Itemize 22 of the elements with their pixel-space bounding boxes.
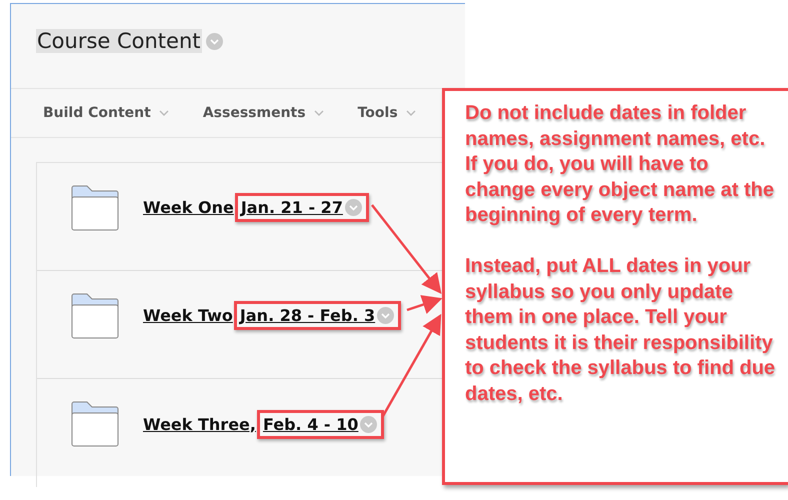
date-link[interactable]: Feb. 4 - 10 <box>262 414 358 434</box>
toolbar-menu[interactable]: Tools <box>358 105 416 121</box>
folder-icon <box>71 401 119 447</box>
folder-link[interactable]: Week One <box>143 198 234 217</box>
page-title: Course Content <box>36 29 202 53</box>
folder-link[interactable]: Week Three, <box>143 414 256 434</box>
chevron-circle-icon[interactable] <box>206 32 223 50</box>
chevron-circle-icon[interactable] <box>344 199 362 216</box>
date-link[interactable]: Jan. 21 - 27 <box>240 198 343 217</box>
callout-text: Do not include dates in folder names, assignment names, etc. If you do, you will have to change every object name at the beginning of every term. <box>465 101 776 228</box>
chevron-down-icon <box>406 110 416 116</box>
toolbar-menu[interactable]: Assessments <box>202 105 324 121</box>
date-link[interactable]: Jan. 28 - Feb. 3 <box>240 306 376 325</box>
callout-text: Instead, put ALL dates in your syllabus so you only update them in one place. Tell your students it is their responsibility to check the syllabus to find due dates, etc. <box>465 254 776 407</box>
chevron-down-icon <box>158 110 169 116</box>
chevron-circle-icon[interactable] <box>377 307 394 324</box>
folder-icon <box>71 292 119 338</box>
chevron-down-icon <box>314 110 324 116</box>
folder-icon <box>71 184 119 230</box>
folder-link[interactable]: Week Two <box>143 306 233 325</box>
chevron-circle-icon[interactable] <box>360 416 378 432</box>
toolbar-menu[interactable]: Build Content <box>43 105 169 121</box>
